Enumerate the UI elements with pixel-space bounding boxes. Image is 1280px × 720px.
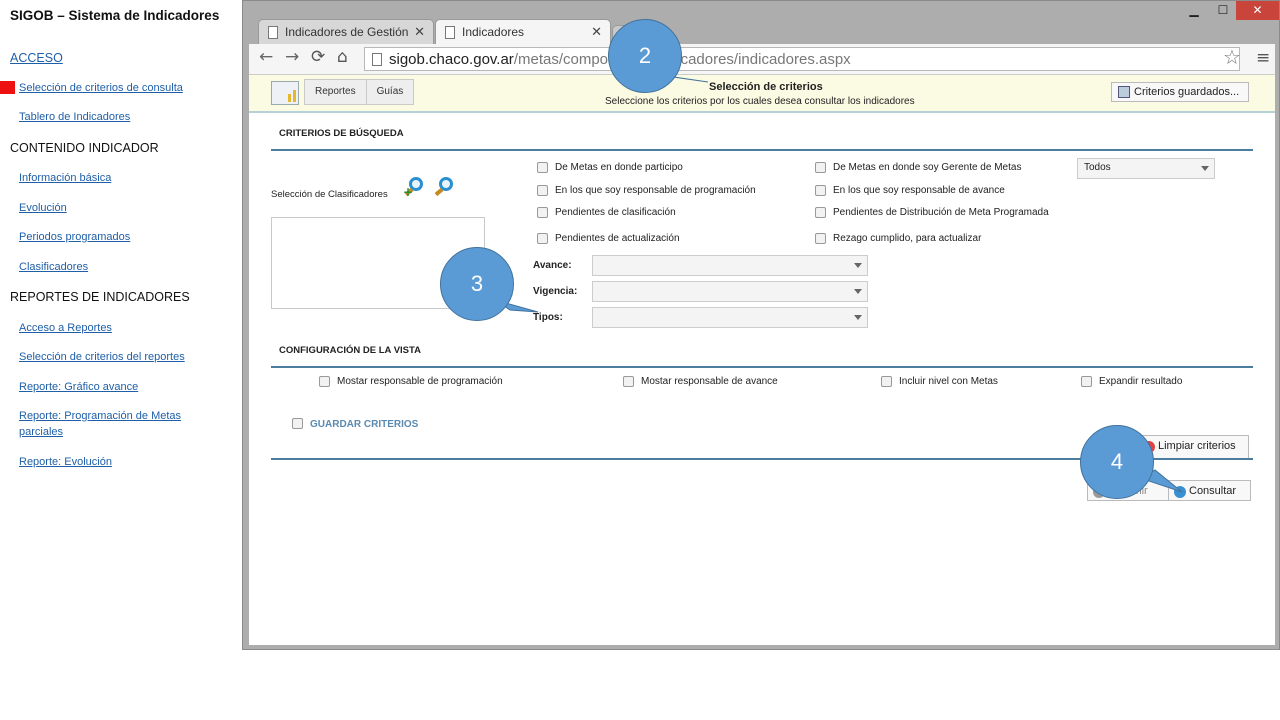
callout-2: 2	[608, 19, 682, 93]
callout-tails	[494, 74, 1183, 493]
callout-4: 4	[1080, 425, 1154, 499]
callout-3: 3	[440, 247, 514, 321]
